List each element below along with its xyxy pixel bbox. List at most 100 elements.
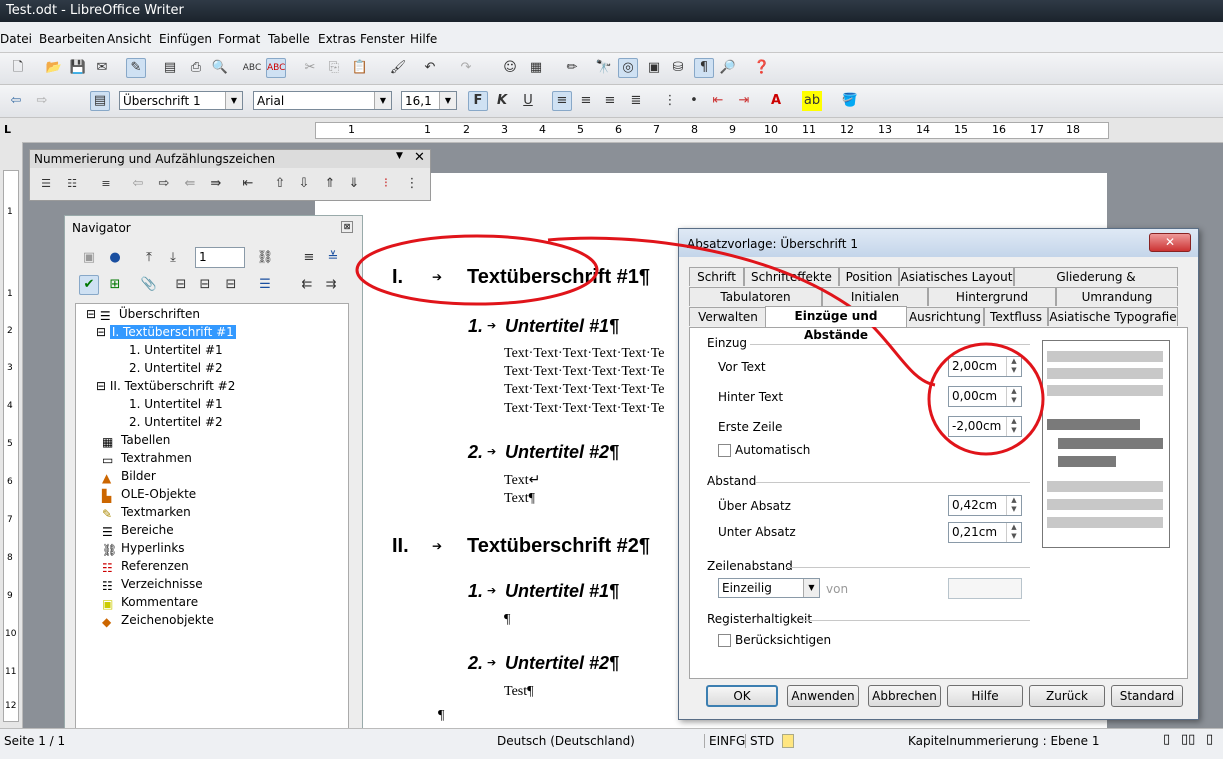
tree-item[interactable]: ☷ Verzeichnisse — [102, 577, 203, 593]
drag-mode-icon[interactable]: ⛓ — [255, 248, 275, 268]
tab-hintergrund[interactable]: Hintergrund — [928, 287, 1056, 306]
reset-button[interactable]: Zurück — [1029, 685, 1105, 707]
data-sources-icon[interactable]: ⛁ — [668, 58, 688, 78]
help-button[interactable]: Hilfe — [947, 685, 1023, 707]
menu-hilfe[interactable]: Hilfe — [410, 32, 437, 46]
tree-item[interactable]: ▙ OLE-Objekte — [102, 487, 196, 503]
tab-position[interactable]: Position — [839, 267, 899, 286]
spin-arrows-icon[interactable]: ▲ ▼ — [1006, 417, 1021, 436]
body-line[interactable]: Text·Text·Text·Text·Text·Te — [504, 346, 665, 362]
help-icon[interactable]: ❓ — [752, 58, 772, 78]
close-icon[interactable]: ✕ — [1149, 233, 1191, 252]
move-down-icon[interactable]: ⇩ — [294, 174, 314, 194]
menu-format[interactable]: Format — [218, 32, 260, 46]
tab-stop-icon[interactable]: L — [4, 123, 11, 136]
gallery-icon[interactable]: ▣ — [644, 58, 664, 78]
tab-schrift[interactable]: Schrift — [689, 267, 744, 286]
navigator-tree[interactable]: ⊟ ☰ Überschriften ⊟ I. Textüberschrift #1… — [75, 303, 349, 730]
ruler-scale[interactable]: 1 1 2 3 4 5 6 7 8 9 10 11 12 13 14 15 16… — [315, 122, 1109, 139]
background-color-icon[interactable]: 🪣 — [840, 91, 860, 111]
tree-item[interactable]: ☷ Referenzen — [102, 559, 189, 575]
demote-level-icon[interactable]: ⇇ — [297, 275, 317, 295]
save-icon[interactable]: 💾 — [68, 58, 88, 78]
tab-tabulatoren[interactable]: Tabulatoren — [689, 287, 822, 306]
erste-zeile-field[interactable]: -2,00cm ▲ ▼ — [948, 416, 1022, 437]
tree-item[interactable]: ▲ Bilder — [102, 469, 156, 485]
bullets-off-icon[interactable]: ☰ — [36, 174, 56, 194]
line-spacing-select[interactable]: Einzeilig ▼ — [718, 578, 820, 598]
toggle-icon[interactable]: ▣ — [79, 248, 99, 268]
highlighting-icon[interactable]: ab — [802, 91, 822, 111]
tree-item[interactable]: 2. Untertitel #2 — [129, 415, 223, 429]
tree-item[interactable]: ◆ Zeichenobjekte — [102, 613, 214, 629]
email-icon[interactable]: ✉ — [92, 58, 112, 78]
tree-item[interactable]: ⊟ ☰ Überschriften — [86, 307, 200, 323]
status-page[interactable]: Seite 1 / 1 — [4, 734, 65, 748]
content-view-icon[interactable]: ✔ — [79, 275, 99, 295]
heading1-text[interactable]: Textüberschrift #2¶ — [467, 535, 650, 558]
undo-icon[interactable]: ↶ — [420, 58, 440, 78]
copy-icon[interactable]: ⎘ — [324, 58, 344, 78]
document-modified-icon[interactable] — [782, 734, 794, 748]
body-line[interactable]: ¶ — [504, 612, 510, 628]
tab-schrifteffekte[interactable]: Schrifteffekte — [744, 267, 839, 286]
body-line[interactable]: Text¶ — [504, 491, 535, 507]
back-icon[interactable]: ⇦ — [6, 91, 26, 111]
paste-icon[interactable]: 📋 — [350, 58, 370, 78]
tab-einzuege-und-abstaende[interactable]: Einzüge und Abstände — [765, 306, 907, 342]
bullets-icon[interactable]: • — [684, 91, 704, 111]
demote-one-level-icon[interactable]: ⇨ — [154, 174, 174, 194]
font-size-select[interactable]: 16,1 ▼ — [401, 91, 457, 110]
heading-up-icon[interactable]: ⊟ — [171, 275, 191, 295]
tree-item[interactable]: ⛓ Hyperlinks — [102, 541, 185, 557]
align-center-icon[interactable]: ≡ — [576, 91, 596, 111]
tab-gliederung-nummerierung[interactable]: Gliederung & Nummerierung — [1014, 267, 1178, 303]
dialog-title-bar[interactable]: Absatzvorlage: Überschrift 1 ✕ — [679, 229, 1198, 257]
italic-icon[interactable]: K — [492, 91, 512, 111]
tab-umrandung[interactable]: Umrandung — [1056, 287, 1178, 306]
navigator-icon[interactable]: ◎ — [618, 58, 638, 78]
spin-arrows-icon[interactable]: ▲ ▼ — [1006, 523, 1021, 542]
unter-absatz-field[interactable]: 0,21cm ▲ ▼ — [948, 522, 1022, 543]
forward-icon[interactable]: ⇨ — [32, 91, 52, 111]
tree-item[interactable]: ⊟ II. Textüberschrift #2 — [96, 379, 235, 393]
tab-asiatisches-layout[interactable]: Asiatisches Layout — [899, 267, 1014, 286]
tree-item[interactable]: 1. Untertitel #1 — [129, 397, 223, 411]
align-right-icon[interactable]: ≡ — [600, 91, 620, 111]
navigation-icon[interactable]: ● — [105, 248, 125, 268]
tree-item[interactable]: ▣ Kommentare — [102, 595, 198, 611]
redo-icon[interactable]: ↷ — [456, 58, 476, 78]
set-reminder-icon[interactable]: ⊞ — [105, 275, 125, 295]
heading2-text[interactable]: Untertitel #2¶ — [505, 442, 619, 463]
font-name-select[interactable]: Arial ▼ — [253, 91, 392, 110]
hinter-text-field[interactable]: 0,00cm ▲ ▼ — [948, 386, 1022, 407]
decrease-indent-icon[interactable]: ⇤ — [708, 91, 728, 111]
spin-arrows-icon[interactable]: ▲ ▼ — [1006, 387, 1021, 406]
body-line[interactable]: Text·Text·Text·Text·Text·Te — [504, 364, 665, 380]
open-icon[interactable]: 📂 — [44, 58, 64, 78]
status-language[interactable]: Deutsch (Deutschland) — [497, 734, 635, 748]
menu-tabelle[interactable]: Tabelle — [268, 32, 310, 46]
attach-icon[interactable]: 📎 — [139, 275, 159, 295]
draw-functions-icon[interactable]: ✏ — [562, 58, 582, 78]
spin-arrows-icon[interactable]: ▲ ▼ — [1006, 357, 1021, 376]
promote-level-icon[interactable]: ⇉ — [321, 275, 341, 295]
heading-levels-icon[interactable]: ≚ — [323, 248, 343, 268]
underline-icon[interactable]: U — [518, 91, 538, 111]
find-icon[interactable]: 🔭 — [594, 58, 614, 78]
multi-page-view-icon[interactable]: ▯▯ — [1181, 732, 1195, 747]
move-down-subpoints-icon[interactable]: ⇓ — [344, 174, 364, 194]
table-icon[interactable]: ▦ — [526, 58, 546, 78]
heading2-text[interactable]: Untertitel #1¶ — [505, 316, 619, 337]
close-icon[interactable]: ✕ — [414, 150, 425, 165]
tab-verwalten[interactable]: Verwalten — [689, 307, 767, 326]
beruecksichtigen-checkbox[interactable] — [718, 634, 731, 647]
outline-level-icon[interactable]: ☰ — [255, 275, 275, 295]
justify-icon[interactable]: ≣ — [626, 91, 646, 111]
menu-datei[interactable]: Datei — [0, 32, 32, 46]
paragraph-style-select[interactable]: Überschrift 1 ▼ — [119, 91, 243, 110]
page-number-field[interactable]: 1 — [195, 247, 245, 268]
tree-item[interactable]: ⊟ I. Textüberschrift #1 — [96, 325, 236, 339]
tree-item[interactable]: ▭ Textrahmen — [102, 451, 192, 467]
menu-bearbeiten[interactable]: Bearbeiten — [39, 32, 105, 46]
